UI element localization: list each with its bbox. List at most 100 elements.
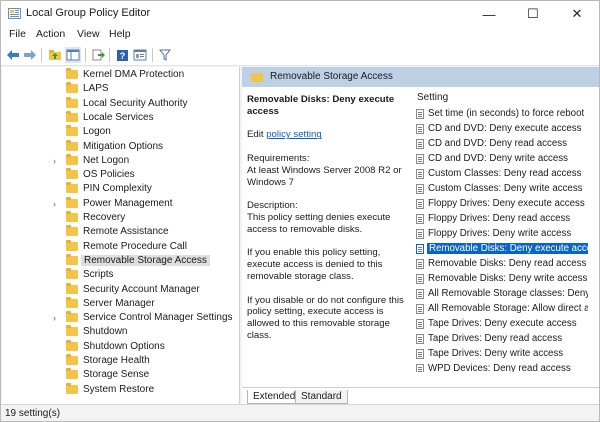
tree-item-label: Remote Procedure Call: [83, 240, 187, 252]
forward-arrow-icon[interactable]: [22, 47, 38, 63]
tree-item[interactable]: Shutdown Options: [2, 339, 239, 354]
export-list-icon[interactable]: [90, 47, 106, 63]
policy-setting-icon: [416, 229, 424, 239]
tree-item[interactable]: Kernel DMA Protection: [2, 68, 239, 82]
chevron-right-icon[interactable]: ›: [53, 313, 56, 323]
setting-row[interactable]: All Removable Storage classes: Deny all …: [412, 286, 588, 301]
help-icon[interactable]: ?: [114, 47, 130, 63]
setting-row[interactable]: Tape Drives: Deny write access: [412, 346, 588, 361]
policy-setting-icon: [416, 319, 424, 329]
setting-row[interactable]: WPD Devices: Deny read access: [412, 361, 588, 372]
policy-setting-icon: [416, 289, 424, 299]
filter-icon[interactable]: [157, 47, 173, 63]
tree-item[interactable]: Remote Assistance: [2, 225, 239, 239]
tree-item-label: Server Manager: [83, 297, 155, 309]
setting-row[interactable]: CD and DVD: Deny read access: [412, 136, 588, 151]
menu-view[interactable]: View: [77, 28, 100, 40]
setting-row[interactable]: CD and DVD: Deny execute access: [412, 121, 588, 136]
tree-item-label: Removable Storage Access: [81, 254, 210, 266]
tree-item[interactable]: PIN Complexity: [2, 182, 239, 196]
properties-icon[interactable]: [132, 47, 148, 63]
tree-item[interactable]: Local Security Authority: [2, 96, 239, 111]
tree-item[interactable]: Mitigation Options: [2, 139, 239, 154]
tree-item-label: Logon: [83, 126, 111, 138]
tree-item[interactable]: Server Manager: [2, 296, 239, 311]
app-window: Local Group Policy Editor — ☐ ✕ File Act…: [0, 0, 600, 422]
tree-item[interactable]: Recovery: [2, 211, 239, 225]
setting-row-label: Set time (in seconds) to force reboot: [428, 108, 585, 119]
setting-row[interactable]: Floppy Drives: Deny write access: [412, 226, 588, 241]
tree-item[interactable]: Shutdown: [2, 325, 239, 339]
svg-text:?: ?: [119, 51, 125, 61]
policy-setting-icon: [416, 364, 424, 372]
tree-item[interactable]: System Restore: [2, 382, 239, 397]
description-text: This policy setting denies execute acces…: [247, 211, 391, 235]
policy-setting-icon: [416, 214, 424, 224]
setting-row[interactable]: Removable Disks: Deny execute access: [412, 241, 588, 256]
tree-item-label: Local Security Authority: [83, 97, 188, 109]
chevron-right-icon[interactable]: ›: [53, 156, 56, 166]
menu-action[interactable]: Action: [36, 28, 65, 40]
menu-file[interactable]: File: [9, 28, 26, 40]
maximize-button[interactable]: ☐: [511, 1, 555, 27]
close-button[interactable]: ✕: [555, 1, 599, 27]
edit-policy-link[interactable]: policy setting: [266, 129, 321, 140]
tree-item-label: Storage Health: [83, 355, 150, 366]
window-title: Local Group Policy Editor: [26, 7, 151, 19]
policy-tree[interactable]: Kernel DMA Protection LAPS Local Security …: [2, 67, 240, 404]
setting-column-header[interactable]: Setting: [417, 92, 448, 103]
minimize-button[interactable]: —: [467, 1, 511, 27]
setting-row[interactable]: Floppy Drives: Deny read access: [412, 211, 588, 226]
toolbar-separator: [85, 48, 86, 62]
policy-title: Removable Disks: Deny execute access: [247, 94, 395, 117]
setting-row[interactable]: Floppy Drives: Deny execute access: [412, 196, 588, 211]
tree-item-label: Recovery: [83, 212, 126, 223]
tree-item-label: Net Logon: [83, 154, 130, 166]
tree-item[interactable]: Storage Sense: [2, 368, 239, 382]
setting-row-label: Floppy Drives: Deny execute access: [428, 198, 585, 209]
setting-row[interactable]: All Removable Storage: Allow direct acce…: [412, 301, 588, 316]
policy-description: Removable Disks: Deny execute access Edi…: [247, 94, 407, 342]
tree-item-label: System Restore: [83, 383, 155, 395]
setting-row[interactable]: Removable Disks: Deny write access: [412, 271, 588, 286]
requirements-label: Requirements:: [247, 152, 310, 164]
setting-row[interactable]: Tape Drives: Deny read access: [412, 331, 588, 346]
details-header-title: Removable Storage Access: [270, 71, 393, 82]
menu-help[interactable]: Help: [109, 28, 131, 40]
setting-row[interactable]: Custom Classes: Deny write access: [412, 181, 588, 196]
setting-row[interactable]: Set time (in seconds) to force reboot: [412, 106, 588, 121]
tree-item[interactable]: › Service Control Manager Settings: [2, 311, 239, 325]
tree-item[interactable]: Removable Storage Access: [2, 253, 239, 268]
folder-icon: [66, 153, 78, 165]
folder-icon: [66, 196, 78, 208]
tree-item[interactable]: OS Policies: [2, 168, 239, 182]
tree-item[interactable]: › Power Management: [2, 196, 239, 211]
tree-item[interactable]: LAPS: [2, 82, 239, 96]
up-folder-icon[interactable]: [47, 47, 63, 63]
policy-setting-icon: [416, 259, 424, 269]
tree-item[interactable]: › Net Logon: [2, 153, 239, 168]
tab-standard[interactable]: Standard: [295, 390, 348, 404]
setting-row[interactable]: Custom Classes: Deny read access: [412, 166, 588, 181]
tree-item[interactable]: Scripts: [2, 268, 239, 282]
view-tabs: Extended Standard: [242, 387, 599, 404]
folder-icon: [66, 296, 78, 308]
folder-icon: [66, 268, 78, 280]
setting-row[interactable]: Tape Drives: Deny execute access: [412, 316, 588, 331]
setting-row[interactable]: CD and DVD: Deny write access: [412, 151, 588, 166]
policy-setting-icon: [416, 199, 424, 209]
folder-icon: [66, 354, 78, 365]
show-hide-tree-icon[interactable]: [65, 47, 81, 63]
tab-extended[interactable]: Extended: [247, 390, 302, 404]
setting-row[interactable]: Removable Disks: Deny read access: [412, 256, 588, 271]
tree-item[interactable]: Logon: [2, 125, 239, 139]
tree-item[interactable]: Security Account Manager: [2, 282, 239, 297]
chevron-right-icon[interactable]: ›: [53, 199, 56, 209]
tree-item-label: Remote Assistance: [83, 226, 169, 238]
settings-list[interactable]: Setting Set time (in seconds) to force r…: [412, 89, 588, 372]
vertical-scrollbar[interactable]: [590, 89, 598, 372]
tree-item[interactable]: Storage Health: [2, 354, 239, 368]
back-arrow-icon[interactable]: [5, 47, 21, 63]
tree-item[interactable]: Locale Services: [2, 110, 239, 125]
tree-item[interactable]: Remote Procedure Call: [2, 239, 239, 254]
